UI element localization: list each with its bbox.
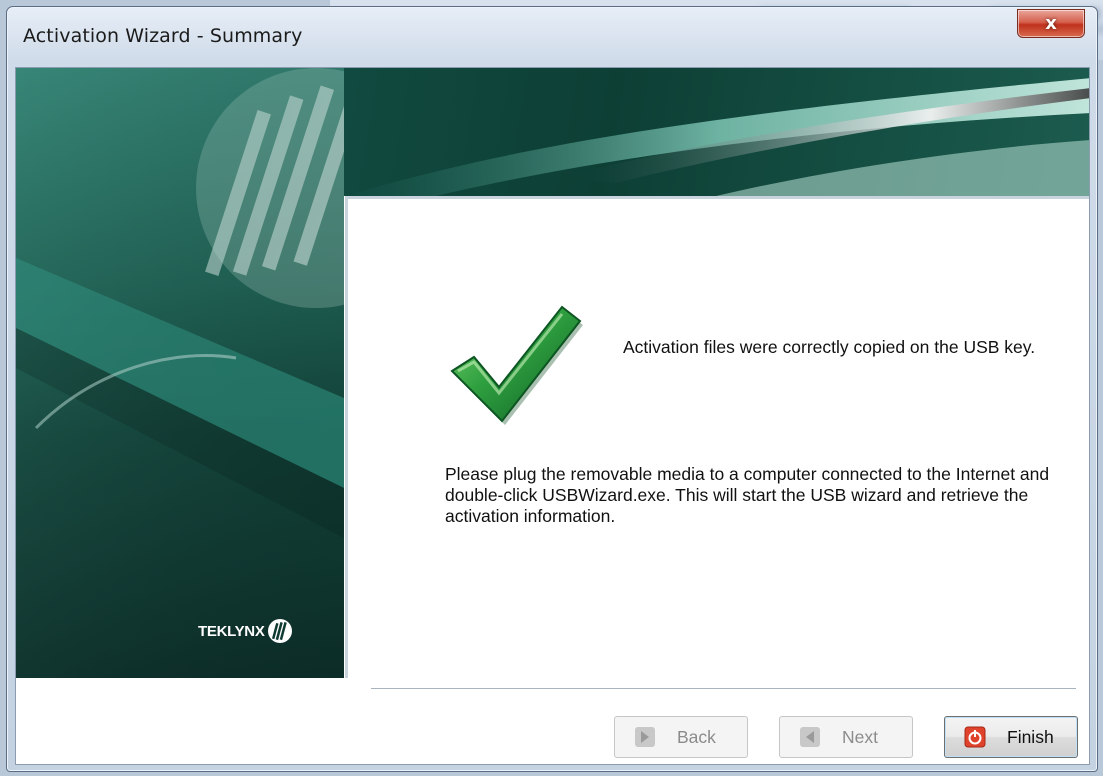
side-banner-art [16,68,344,678]
next-arrow-icon [800,727,820,747]
power-icon [964,726,986,748]
success-message: Activation files were correctly copied o… [623,337,1036,357]
activation-wizard-window: Activation Wizard - Summary x TEKLYNX Ac… [6,6,1098,772]
checkmark-icon [450,305,583,425]
button-separator [371,688,1076,690]
window-title: Activation Wizard - Summary [23,25,303,47]
close-icon: x [1045,13,1057,34]
instructions-text: Please plug the removable media to a com… [445,464,1050,526]
wizard-client-area: TEKLYNX Activation files were correctly … [15,67,1090,765]
close-button[interactable]: x [1017,9,1085,38]
next-button[interactable]: Next [779,716,913,758]
back-button[interactable]: Back [614,716,748,758]
finish-button-label: Finish [1007,726,1054,747]
back-arrow-icon [635,727,655,747]
back-button-label: Back [677,726,716,747]
teklynx-logo-icon [267,619,292,643]
logo-text: TEKLYNX [198,622,265,640]
finish-button[interactable]: Finish [944,716,1078,758]
next-button-label: Next [842,726,878,747]
summary-panel: Activation files were correctly copied o… [345,196,1089,678]
side-banner: TEKLYNX [16,68,344,678]
teklynx-logo: TEKLYNX [198,616,293,646]
